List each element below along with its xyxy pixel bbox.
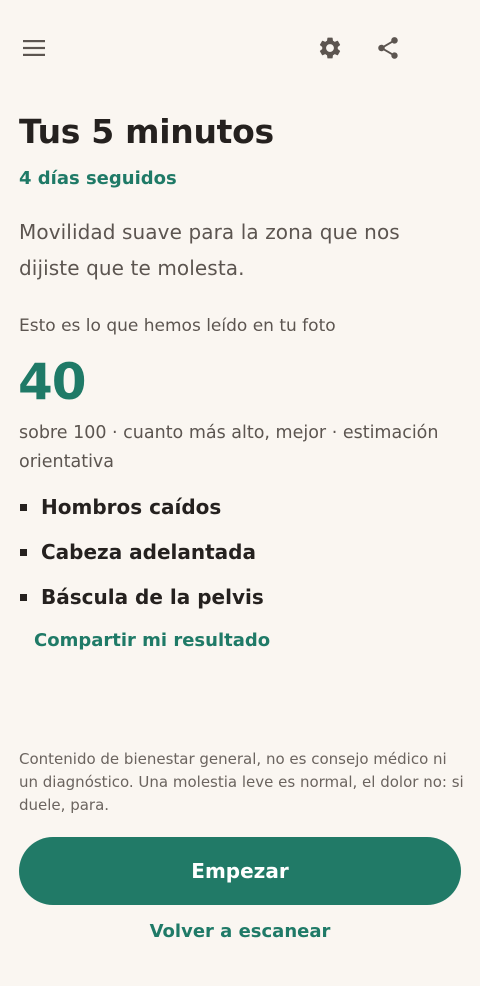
score-note: sobre 100 · cuanto más alto, mejor · est… — [19, 423, 439, 472]
bullet-icon — [20, 594, 27, 601]
disclaimer-text: Contenido de bienestar general, no es co… — [19, 750, 464, 814]
menu-button[interactable] — [14, 28, 54, 68]
finding-label: Báscula de la pelvis — [41, 585, 264, 609]
bullet-icon — [20, 549, 27, 556]
start-button[interactable]: Empezar — [19, 837, 461, 905]
rescan-link[interactable]: Volver a escanear — [0, 921, 480, 942]
posture-score: 40 — [18, 353, 87, 411]
finding-item: Báscula de la pelvis — [19, 581, 459, 626]
finding-item: Hombros caídos — [19, 491, 459, 536]
finding-label: Cabeza adelantada — [41, 540, 256, 564]
finding-label: Hombros caídos — [41, 495, 222, 519]
share-result-link[interactable]: Compartir mi resultado — [34, 630, 270, 651]
findings-list: Hombros caídos Cabeza adelantada Báscula… — [19, 491, 459, 626]
streak-text: 4 días seguidos — [19, 168, 177, 189]
routine-description: Movilidad suave para la zona que nos dij… — [19, 220, 400, 280]
finding-item: Cabeza adelantada — [19, 536, 459, 581]
top-app-bar — [0, 0, 480, 96]
share-button[interactable] — [368, 28, 408, 68]
bullet-icon — [20, 504, 27, 511]
share-icon — [378, 37, 398, 59]
settings-icon — [319, 37, 341, 59]
menu-icon — [23, 40, 45, 56]
photo-result-label: Esto es lo que hemos leído en tu foto — [19, 316, 336, 336]
page-title: Tus 5 minutos — [19, 112, 274, 151]
settings-button[interactable] — [310, 28, 350, 68]
